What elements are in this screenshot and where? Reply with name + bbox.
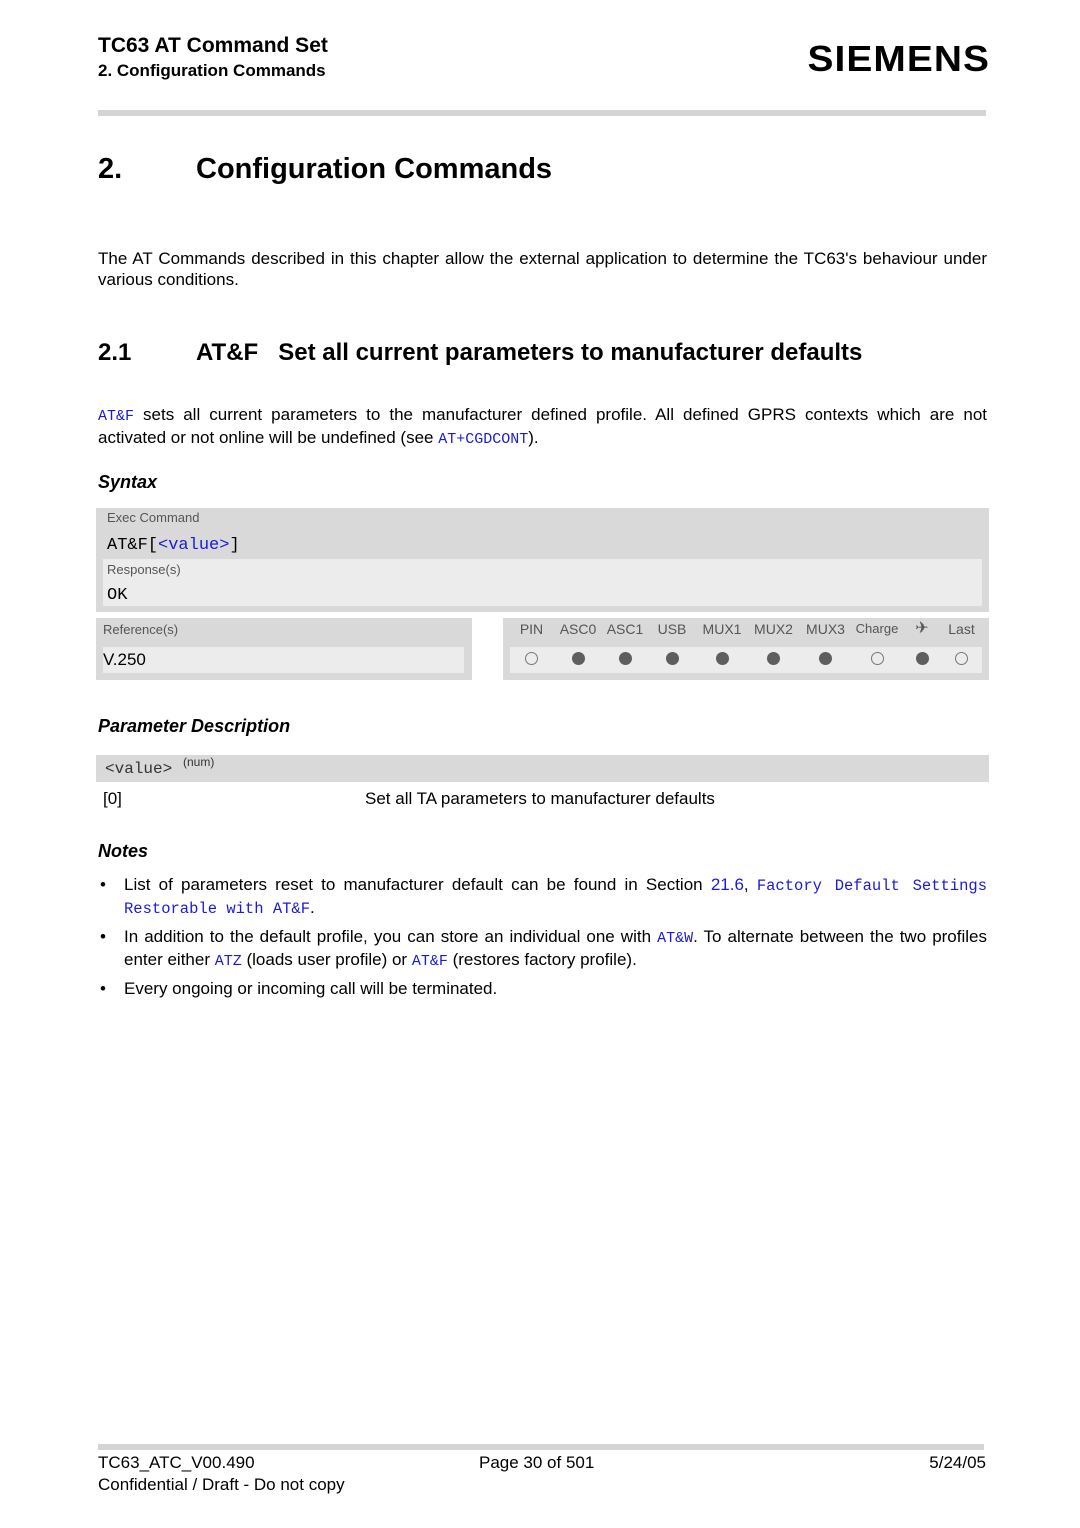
modes-table: PIN ASC0 ASC1 USB MUX1 MUX2 MUX3 Charge ✈ Last [503, 618, 989, 680]
mode-label: Charge [855, 621, 899, 636]
chapter-number: 2. [98, 153, 123, 185]
supported-indicator [819, 652, 832, 665]
note-text: (restores factory profile). [447, 950, 637, 969]
section-number: 2.1 [98, 339, 132, 366]
chapter-heading: 2. Configuration Commands [98, 153, 552, 186]
note-text: List of parameters reset to manufacturer… [124, 875, 711, 894]
section-title: AT&F Set all current parameters to manuf… [196, 339, 863, 366]
mode-column: USB [647, 618, 697, 680]
syntax-heading: Syntax [98, 472, 158, 492]
exec-command-label: Exec Command [107, 510, 200, 525]
mode-label: USB [657, 621, 687, 637]
notes-heading: Notes [98, 841, 149, 861]
note-text: (loads user profile) or [241, 950, 412, 969]
responses-panel: Response(s) OK [103, 559, 982, 606]
parameter-description-heading: Parameter Description [98, 716, 291, 736]
description-text: sets all current parameters to the manuf… [98, 405, 987, 447]
chapter-intro: The AT Commands described in this chapte… [98, 249, 987, 289]
note-item: In addition to the default profile, you … [98, 926, 987, 972]
parameter-header-bar: <value> (num) [96, 755, 989, 782]
atf-link[interactable]: AT&F [412, 953, 448, 970]
mode-column: Last [941, 618, 982, 680]
description-end: ). [528, 428, 539, 447]
response-ok: OK [107, 586, 128, 605]
mode-label: MUX3 [806, 621, 845, 637]
references-box: Reference(s) V.250 [96, 618, 472, 680]
mode-column: ASC1 [603, 618, 647, 680]
mode-column: MUX2 [747, 618, 800, 680]
mode-label: Last [948, 621, 975, 637]
reference-value-panel: V.250 [103, 647, 464, 673]
footer-page-number: Page 30 of 501 [479, 1453, 595, 1472]
atz-link[interactable]: ATZ [215, 953, 242, 970]
chapter-reference: 2. Configuration Commands [98, 61, 326, 80]
parameter-value-description: Set all TA parameters to manufacturer de… [365, 789, 715, 808]
mode-label: ASC1 [606, 621, 644, 637]
atf-command-link[interactable]: AT&F [98, 408, 134, 425]
notes-list: List of parameters reset to manufacturer… [98, 874, 987, 1005]
responses-label: Response(s) [107, 562, 181, 577]
note-item: Every ongoing or incoming call will be t… [98, 978, 987, 999]
mode-label: ASC0 [559, 621, 597, 637]
footer-date: 5/24/05 [929, 1453, 986, 1472]
parameter-type: (num) [183, 755, 215, 769]
footer-doc-id: TC63_ATC_V00.490 [98, 1453, 255, 1472]
reference-v250: V.250 [103, 650, 146, 669]
at-cgdcont-link[interactable]: AT+CGDCONT [438, 431, 528, 448]
supported-indicator [916, 652, 929, 665]
syntax-box: Exec Command AT&F[<value>] Response(s) O… [96, 508, 989, 612]
exec-command-suffix: ] [229, 536, 240, 555]
mode-column: ✈ [903, 618, 941, 680]
supported-indicator [619, 652, 632, 665]
airplane-icon: ✈ [915, 620, 929, 637]
note-text: In addition to the default profile, you … [124, 927, 658, 946]
chapter-title: Configuration Commands [196, 153, 553, 185]
exec-command-prefix: AT&F[ [107, 536, 159, 555]
mode-column: Charge [851, 618, 903, 680]
value-param-link[interactable]: <value> [158, 536, 229, 555]
supported-indicator [767, 652, 780, 665]
references-label: Reference(s) [103, 622, 179, 637]
at-w-link[interactable]: AT&W [657, 930, 693, 947]
section-heading: 2.1 AT&F Set all current parameters to ma… [98, 339, 862, 367]
modes-columns: PIN ASC0 ASC1 USB MUX1 MUX2 MUX3 Charge ✈ Last [510, 618, 982, 680]
unsupported-indicator [525, 652, 538, 665]
note-separator: , [743, 875, 757, 894]
section-description: AT&F sets all current parameters to the … [98, 404, 987, 450]
exec-command: AT&F[<value>] [107, 536, 240, 555]
note-end: . [310, 898, 315, 917]
mode-label: MUX2 [754, 621, 793, 637]
supported-indicator [716, 652, 729, 665]
parameter-value: [0] [103, 789, 122, 808]
siemens-logo: SIEMENS [807, 38, 990, 79]
note-item: List of parameters reset to manufacturer… [98, 874, 987, 920]
mode-column: ASC0 [553, 618, 603, 680]
note-text: Every ongoing or incoming call will be t… [124, 979, 498, 998]
footer-confidential: Confidential / Draft - Do not copy [98, 1475, 345, 1494]
supported-indicator [666, 652, 679, 665]
header-divider [98, 110, 986, 116]
unsupported-indicator [955, 652, 968, 665]
document-title: TC63 AT Command Set [98, 34, 328, 57]
mode-column: MUX3 [800, 618, 851, 680]
supported-indicator [572, 652, 585, 665]
unsupported-indicator [871, 652, 884, 665]
footer-divider [98, 1444, 984, 1450]
mode-column: PIN [510, 618, 553, 680]
mode-label: MUX1 [702, 621, 742, 637]
mode-column: MUX1 [697, 618, 747, 680]
parameter-name: <value> [105, 760, 173, 778]
mode-label: PIN [519, 621, 544, 637]
section-21-6-link[interactable]: 21.6 [711, 875, 744, 894]
